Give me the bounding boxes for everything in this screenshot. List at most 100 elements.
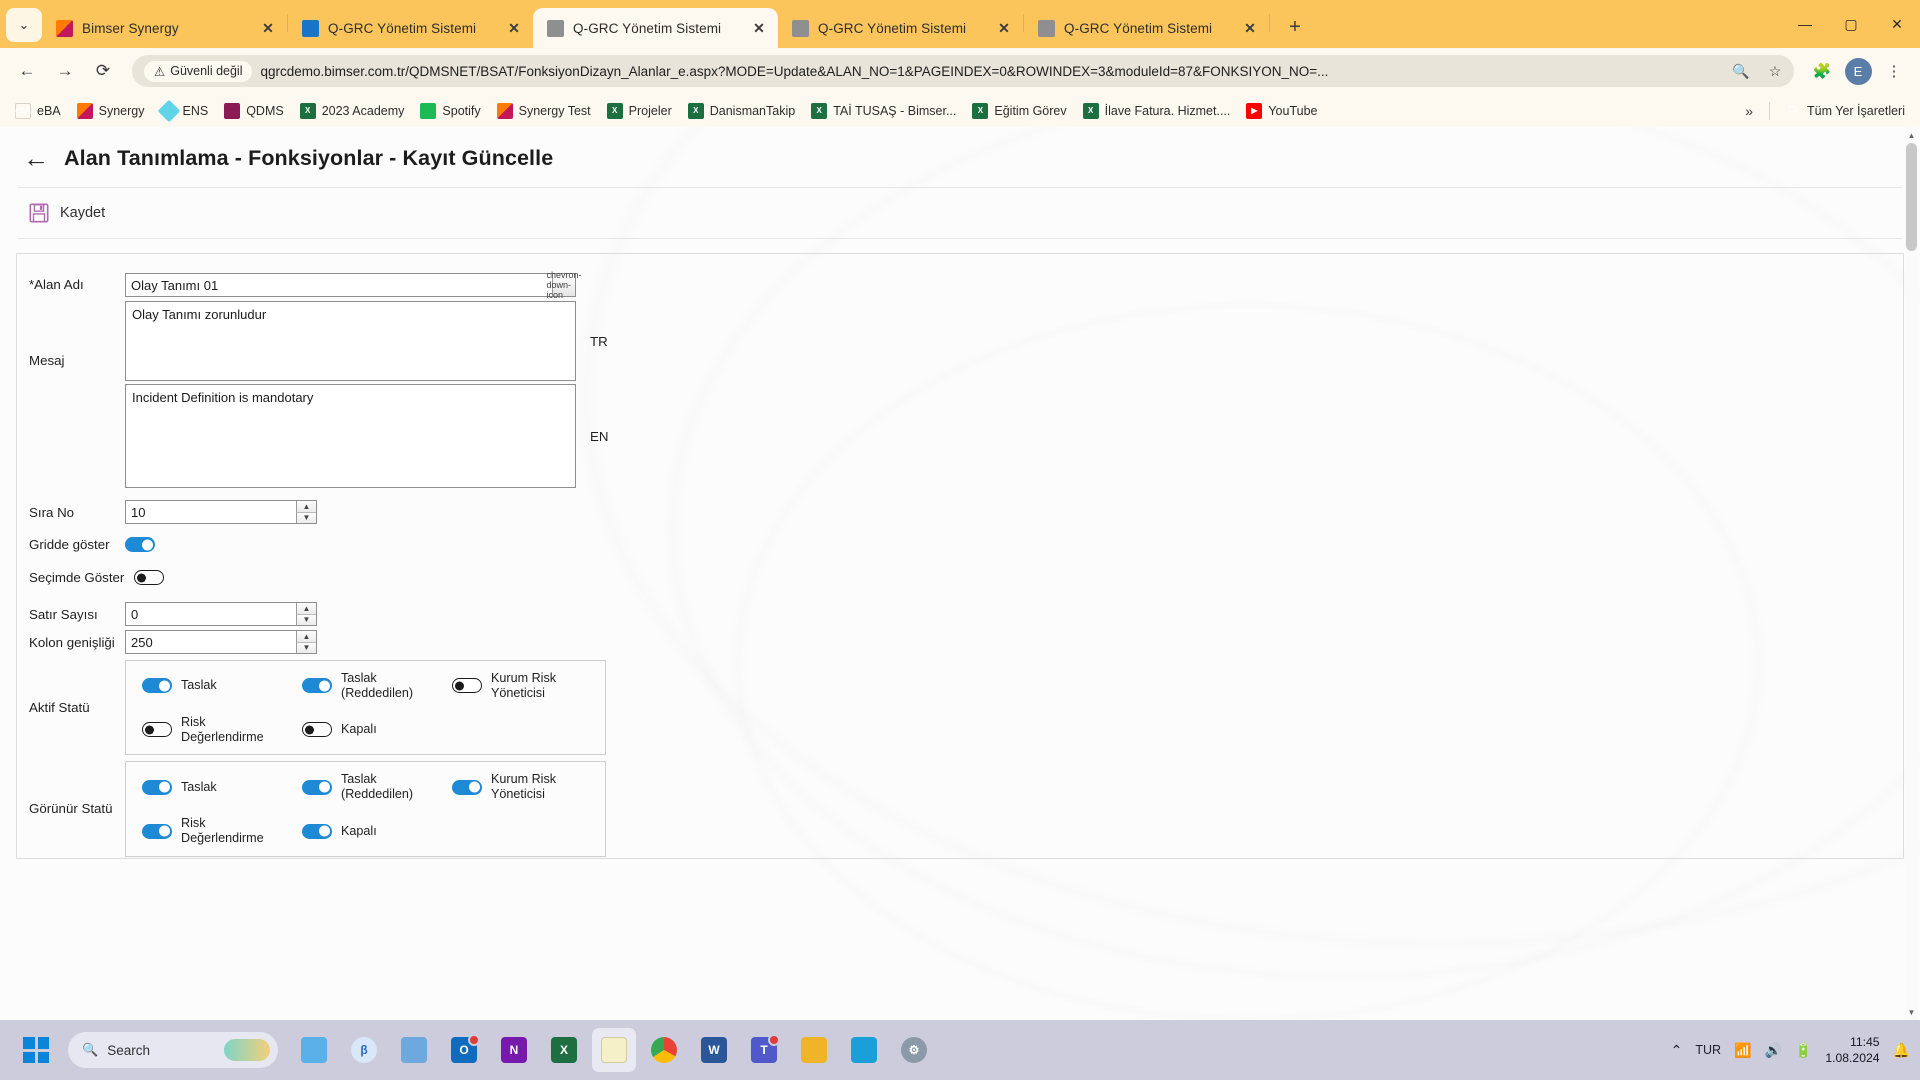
tab-close-icon[interactable]: ✕ <box>503 17 525 39</box>
active-status-toggle-taslak-reddedilen[interactable] <box>302 678 332 694</box>
tab-close-icon[interactable]: ✕ <box>1239 17 1261 39</box>
active-status-toggle-taslak[interactable] <box>142 678 172 694</box>
tab-search-button[interactable]: ⌄ <box>6 8 42 42</box>
status-toggle-item[interactable]: Kapalı <box>286 816 436 846</box>
browser-tab[interactable]: Q-GRC Yönetim Sistemi ✕ <box>288 8 533 48</box>
message-tr-textarea[interactable] <box>125 301 576 381</box>
column-width-input[interactable]: 250 ▲ ▼ <box>125 630 317 654</box>
visible-status-toggle-kurum-risk-yoneticisi[interactable] <box>452 779 482 795</box>
stepper-up-icon[interactable]: ▲ <box>296 603 316 615</box>
taskbar-app-file-explorer[interactable] <box>792 1028 836 1072</box>
page-back-icon[interactable]: ← <box>22 145 50 171</box>
taskbar-app-word[interactable]: W <box>692 1028 736 1072</box>
battery-icon[interactable]: 🔋 <box>1795 1042 1812 1059</box>
visible-status-toggle-risk-degerlendirme[interactable] <box>142 823 172 839</box>
status-toggle-item[interactable]: Risk Değerlendirme <box>126 715 286 745</box>
browser-menu-icon[interactable]: ⋮ <box>1878 55 1910 87</box>
zoom-search-icon[interactable]: 🔍 <box>1728 58 1754 84</box>
active-status-toggle-kurum-risk-yoneticisi[interactable] <box>452 678 482 694</box>
visible-status-toggle-kapali[interactable] <box>302 823 332 839</box>
back-button[interactable]: ← <box>10 54 44 88</box>
status-toggle-item[interactable]: Kurum Risk Yöneticisi <box>436 772 606 802</box>
site-security-badge[interactable]: ⚠ Güvenli değil <box>144 60 253 82</box>
clock[interactable]: 11:45 1.08.2024 <box>1825 1034 1879 1067</box>
all-bookmarks-button[interactable]: 🗀 Tüm Yer İşaretleri <box>1778 99 1912 123</box>
browser-tab[interactable]: Bimser Synergy ✕ <box>42 8 287 48</box>
volume-icon[interactable]: 🔊 <box>1764 1042 1781 1059</box>
order-no-stepper[interactable]: ▲ ▼ <box>296 501 316 523</box>
tab-close-icon[interactable]: ✕ <box>993 17 1015 39</box>
bookmark-item[interactable]: X Projeler <box>600 99 679 123</box>
bookmark-item[interactable]: X 2023 Academy <box>293 99 412 123</box>
taskbar-app-sticky-notes[interactable] <box>592 1028 636 1072</box>
stepper-up-icon[interactable]: ▲ <box>296 631 316 643</box>
show-in-grid-toggle[interactable] <box>125 537 155 552</box>
taskbar-app-teams[interactable]: T <box>742 1028 786 1072</box>
stepper-down-icon[interactable]: ▼ <box>296 614 316 625</box>
status-toggle-item[interactable]: Taslak (Reddedilen) <box>286 772 436 802</box>
start-button[interactable] <box>14 1028 58 1072</box>
order-no-input[interactable]: 10 ▲ ▼ <box>125 500 317 524</box>
search-input[interactable]: 🔍 Search <box>68 1032 278 1068</box>
message-en-textarea[interactable] <box>125 384 576 488</box>
taskbar-app-paint-3d[interactable] <box>292 1028 336 1072</box>
visible-status-toggle-taslak[interactable] <box>142 779 172 795</box>
new-tab-button[interactable]: + <box>1278 10 1312 44</box>
address-bar[interactable]: ⚠ Güvenli değil qgrcdemo.bimser.com.tr/Q… <box>132 55 1794 87</box>
tab-close-icon[interactable]: ✕ <box>748 17 770 39</box>
scroll-down-icon[interactable]: ▼ <box>1905 1004 1918 1020</box>
bookmark-star-icon[interactable]: ☆ <box>1762 58 1788 84</box>
bookmark-item[interactable]: X DanismanTakip <box>681 99 802 123</box>
browser-tab[interactable]: Q-GRC Yönetim Sistemi ✕ <box>1024 8 1269 48</box>
column-width-stepper[interactable]: ▲ ▼ <box>296 631 316 653</box>
bookmark-item[interactable]: ENS <box>154 99 216 123</box>
status-toggle-item[interactable]: Risk Değerlendirme <box>126 816 286 846</box>
minimize-button[interactable]: — <box>1782 0 1828 48</box>
language-indicator[interactable]: TUR <box>1695 1043 1721 1057</box>
save-button[interactable]: Kaydet <box>28 202 105 224</box>
tab-close-icon[interactable]: ✕ <box>257 17 279 39</box>
copilot-icon[interactable] <box>224 1039 270 1061</box>
avatar[interactable]: E <box>1842 55 1874 87</box>
bookmark-item[interactable]: X TAİ TUSAŞ - Bimser... <box>804 99 963 123</box>
bookmark-item[interactable]: X Eğitim Görev <box>965 99 1073 123</box>
bookmark-item[interactable]: eBA eBA <box>8 99 68 123</box>
bookmark-item[interactable]: X İlave Fatura. Hizmet.... <box>1076 99 1238 123</box>
bookmark-item[interactable]: QDMS <box>217 99 291 123</box>
taskbar-app-outlook[interactable]: O <box>442 1028 486 1072</box>
visible-status-toggle-taslak-reddedilen[interactable] <box>302 779 332 795</box>
bookmark-item[interactable]: Synergy <box>70 99 152 123</box>
taskbar-app-onenote[interactable]: N <box>492 1028 536 1072</box>
active-status-toggle-risk-degerlendirme[interactable] <box>142 722 172 738</box>
close-window-button[interactable]: ✕ <box>1874 0 1920 48</box>
taskbar-app-chrome[interactable] <box>642 1028 686 1072</box>
browser-tab[interactable]: Q-GRC Yönetim Sistemi ✕ <box>778 8 1023 48</box>
reload-button[interactable]: ⟳ <box>86 54 120 88</box>
page-scrollbar[interactable]: ▲ ▼ <box>1905 127 1918 1020</box>
status-toggle-item[interactable]: Taslak <box>126 671 286 701</box>
taskbar-app-chrome-beta[interactable]: β <box>342 1028 386 1072</box>
tray-chevron-up-icon[interactable]: ⌃ <box>1671 1042 1683 1059</box>
bell-icon[interactable]: 🔔 <box>1893 1042 1910 1059</box>
active-status-toggle-kapali[interactable] <box>302 722 332 738</box>
status-toggle-item[interactable]: Taslak (Reddedilen) <box>286 671 436 701</box>
taskbar-app-settings[interactable]: ⚙ <box>892 1028 936 1072</box>
row-count-stepper[interactable]: ▲ ▼ <box>296 603 316 625</box>
stepper-down-icon[interactable]: ▼ <box>296 512 316 523</box>
extensions-icon[interactable]: 🧩 <box>1806 55 1838 87</box>
bookmark-item[interactable]: Synergy Test <box>490 99 598 123</box>
forward-button[interactable]: → <box>48 54 82 88</box>
scroll-up-icon[interactable]: ▲ <box>1905 127 1918 143</box>
status-toggle-item[interactable]: Kurum Risk Yöneticisi <box>436 671 606 701</box>
status-toggle-item[interactable]: Kapalı <box>286 715 436 745</box>
wifi-icon[interactable]: 📶 <box>1734 1042 1751 1059</box>
field-name-select[interactable]: Olay Tanımı 01 chevron-down-icon <box>125 270 582 300</box>
show-in-selection-toggle[interactable] <box>134 570 165 585</box>
row-count-input[interactable]: 0 ▲ ▼ <box>125 602 317 626</box>
bookmark-item[interactable]: ▶ YouTube <box>1239 99 1324 123</box>
status-toggle-item[interactable]: Taslak <box>126 772 286 802</box>
stepper-up-icon[interactable]: ▲ <box>296 501 316 513</box>
bookmark-item[interactable]: Spotify <box>413 99 487 123</box>
taskbar-app-store[interactable] <box>842 1028 886 1072</box>
bookmarks-overflow-button[interactable]: » <box>1737 99 1761 123</box>
